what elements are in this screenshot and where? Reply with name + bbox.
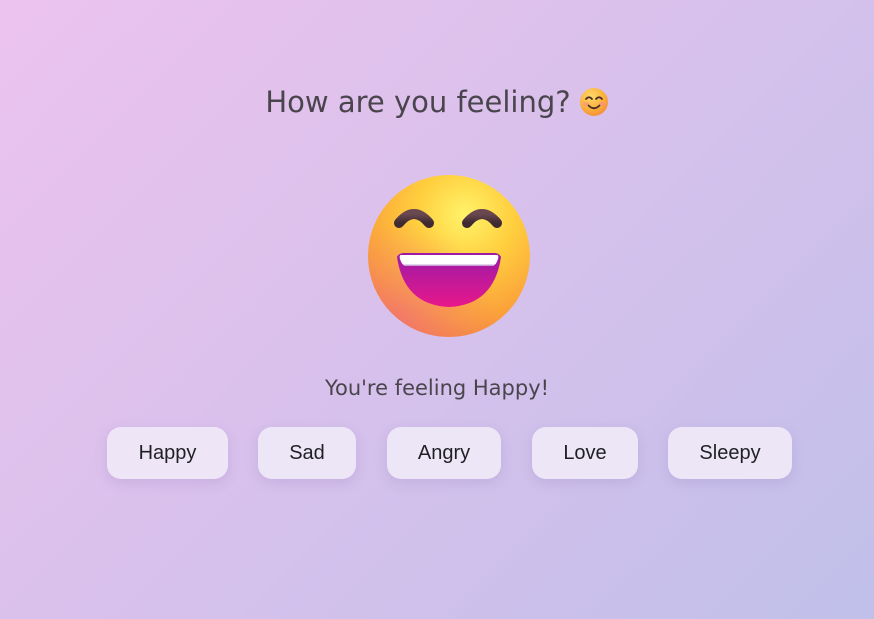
sad-button[interactable]: Sad (258, 427, 356, 479)
angry-button[interactable]: Angry (387, 427, 501, 479)
mood-status-text: You're feeling Happy! (324, 376, 550, 400)
page-title: How are you feeling? (0, 82, 874, 122)
sleepy-button[interactable]: Sleepy (668, 427, 792, 479)
happy-button[interactable]: Happy (107, 427, 228, 479)
love-button[interactable]: Love (532, 427, 638, 479)
smiling-face-icon (579, 88, 608, 116)
page-title-text: How are you feeling? (265, 85, 571, 119)
grinning-face-with-smiling-eyes-icon (368, 175, 530, 337)
